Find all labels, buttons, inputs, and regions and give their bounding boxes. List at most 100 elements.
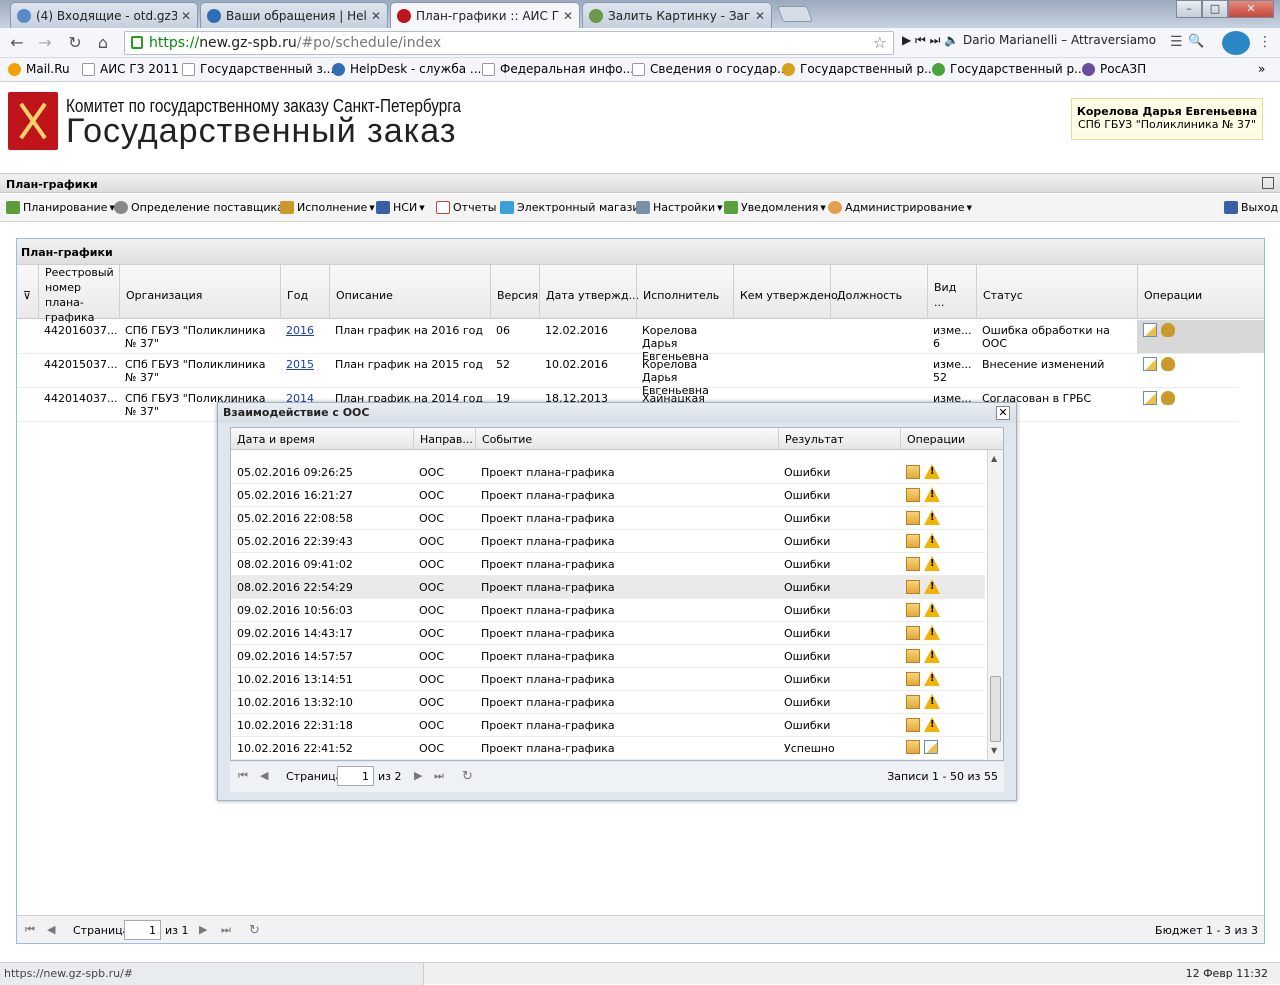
warning-icon[interactable]	[924, 648, 940, 663]
col-direction[interactable]: Направ...	[413, 428, 475, 450]
table-row[interactable]: 442015037... СПб ГБУЗ "Поликлиника № 37"…	[17, 354, 1239, 397]
warning-icon[interactable]	[924, 602, 940, 617]
refresh-icon[interactable]: ↻	[462, 769, 473, 784]
reload-icon[interactable]: ↻	[64, 32, 86, 54]
table-row[interactable]: 08.02.2016 09:41:02 ООС Проект плана-графи…	[231, 553, 985, 576]
bookmark-item[interactable]: Сведения о государ...	[632, 62, 788, 76]
col-datetime[interactable]: Дата и время	[231, 428, 413, 450]
bookmark-item[interactable]: Федеральная инфо...	[482, 62, 634, 76]
menu-settings[interactable]: Настройки ▼	[636, 201, 723, 214]
browser-tab-mail[interactable]: (4) Входящие - otd.gz37@ ✕	[10, 2, 198, 28]
package-icon[interactable]	[906, 671, 920, 686]
col-reg-number[interactable]: Реестровый номер плана-графика	[38, 265, 119, 324]
col-organization[interactable]: Организация	[119, 265, 280, 319]
logout-button[interactable]: Выход	[1224, 201, 1278, 214]
settings-icon[interactable]: ⋮	[1258, 34, 1272, 50]
bookmark-item[interactable]: Mail.Ru	[8, 62, 70, 76]
media-player-controls[interactable]: ▶ ⏮ ⏭ 🔈 Dario Marianelli – Attraversiamo	[902, 33, 1156, 48]
col-operations[interactable]: Операции	[1137, 265, 1264, 319]
package-icon[interactable]	[906, 487, 920, 502]
bookmark-star-icon[interactable]: ☆	[873, 32, 887, 54]
next-page-icon[interactable]: ▶	[414, 769, 422, 782]
col-position[interactable]: Должность	[830, 265, 927, 319]
bookmark-item[interactable]: РосАЗП	[1082, 62, 1146, 76]
menu-reports[interactable]: Отчеты	[436, 201, 496, 214]
package-icon[interactable]	[906, 694, 920, 709]
more-bookmarks-icon[interactable]: »	[1258, 62, 1265, 76]
col-approval-date[interactable]: Дата утвержд...	[539, 265, 639, 319]
extension-icon[interactable]	[1222, 31, 1250, 55]
forward-icon[interactable]: →	[34, 32, 56, 54]
bookmark-item[interactable]: HelpDesk - служба ...	[332, 62, 481, 76]
maximize-button[interactable]: □	[1202, 0, 1228, 18]
bookmark-item[interactable]: Государственный р...	[782, 62, 936, 76]
oos-interaction-icon[interactable]	[1161, 357, 1175, 371]
warning-icon[interactable]	[924, 579, 940, 594]
col-status[interactable]: Статус	[976, 265, 1137, 319]
table-row[interactable]: 05.02.2016 09:26:25 ООС Проект плана-графи…	[231, 461, 985, 484]
col-result[interactable]: Результат	[778, 428, 900, 450]
browser-tab-helpdesk[interactable]: Ваши обращения | HelpD ✕	[200, 2, 388, 28]
warning-icon[interactable]	[924, 464, 940, 479]
menu-eshop[interactable]: Электронный магазин	[500, 201, 647, 214]
document-icon[interactable]	[924, 740, 938, 754]
table-row[interactable]: 10.02.2016 22:31:18 ООС Проект плана-графи…	[231, 714, 985, 737]
oos-interaction-icon[interactable]	[1161, 391, 1175, 405]
col-year[interactable]: Год	[280, 265, 329, 319]
collapse-icon[interactable]	[1262, 177, 1274, 189]
warning-icon[interactable]	[924, 556, 940, 571]
package-icon[interactable]	[906, 533, 920, 548]
table-row[interactable]: 10.02.2016 22:41:52 ООС Проект плана-графи…	[231, 737, 985, 760]
home-icon[interactable]: ⌂	[92, 32, 114, 54]
bookmark-item[interactable]: Государственный р...	[932, 62, 1086, 76]
minimize-button[interactable]: –	[1176, 0, 1202, 18]
col-kind[interactable]: Вид ...	[927, 265, 976, 319]
col-executor[interactable]: Исполнитель	[636, 265, 733, 319]
col-operations[interactable]: Операции	[900, 428, 988, 450]
close-icon[interactable]: ✕	[755, 9, 765, 23]
first-page-icon[interactable]: ⏮	[25, 923, 35, 937]
package-icon[interactable]	[906, 510, 920, 525]
oos-interaction-icon[interactable]	[1161, 323, 1175, 337]
table-row[interactable]: 442016037... СПб ГБУЗ "Поликлиника № 37"…	[17, 320, 1264, 363]
package-icon[interactable]	[906, 556, 920, 571]
warning-icon[interactable]	[924, 533, 940, 548]
year-link[interactable]: 2015	[286, 358, 314, 371]
bookmark-item[interactable]: Государственный з...	[182, 62, 334, 76]
menu-execution[interactable]: Исполнение ▼	[280, 201, 375, 214]
browser-tab-upload[interactable]: Залить Картинку - Загру ✕	[582, 2, 772, 28]
vertical-scrollbar[interactable]: ▲ ▼	[987, 450, 1003, 760]
scroll-thumb[interactable]	[990, 676, 1001, 742]
menu-notifications[interactable]: Уведомления ▼	[724, 201, 826, 214]
close-icon[interactable]: ✕	[181, 9, 191, 23]
table-row[interactable]: 09.02.2016 14:57:57 ООС Проект плана-графи…	[231, 645, 985, 668]
col-description[interactable]: Описание	[329, 265, 490, 319]
table-row[interactable]: 08.02.2016 22:54:29 ООС Проект плана-графи…	[231, 576, 985, 599]
package-icon[interactable]	[906, 464, 920, 479]
menu-nsi[interactable]: НСИ ▼	[376, 201, 425, 214]
new-tab-button[interactable]	[777, 6, 813, 22]
table-row[interactable]: 10.02.2016 13:32:10 ООС Проект плана-графи…	[231, 691, 985, 714]
refresh-icon[interactable]: ↻	[249, 923, 260, 938]
page-input[interactable]: 1	[124, 920, 161, 940]
menu-icon[interactable]: ☰	[1170, 34, 1183, 50]
edit-doc-icon[interactable]	[1143, 357, 1157, 371]
table-row[interactable]: 09.02.2016 10:56:03 ООС Проект плана-графи…	[231, 599, 985, 622]
close-window-button[interactable]: ✕	[1228, 0, 1274, 18]
close-icon[interactable]: ✕	[996, 406, 1010, 420]
prev-page-icon[interactable]: ◀	[260, 769, 268, 782]
warning-icon[interactable]	[924, 625, 940, 640]
menu-planning[interactable]: Планирование ▼	[6, 201, 115, 214]
warning-icon[interactable]	[924, 694, 940, 709]
table-row[interactable]: 05.02.2016 16:21:27 ООС Проект плана-графи…	[231, 484, 985, 507]
last-page-icon[interactable]: ⏭	[221, 923, 231, 937]
page-input[interactable]: 1	[337, 766, 374, 786]
search-icon[interactable]: 🔍	[1188, 34, 1204, 49]
col-event[interactable]: Событие	[475, 428, 778, 450]
last-page-icon[interactable]: ⏭	[434, 769, 444, 783]
next-page-icon[interactable]: ▶	[199, 923, 207, 936]
warning-icon[interactable]	[924, 510, 940, 525]
col-version[interactable]: Версия	[490, 265, 539, 319]
first-page-icon[interactable]: ⏮	[238, 769, 248, 783]
menu-admin[interactable]: Администрирование ▼	[828, 201, 972, 214]
